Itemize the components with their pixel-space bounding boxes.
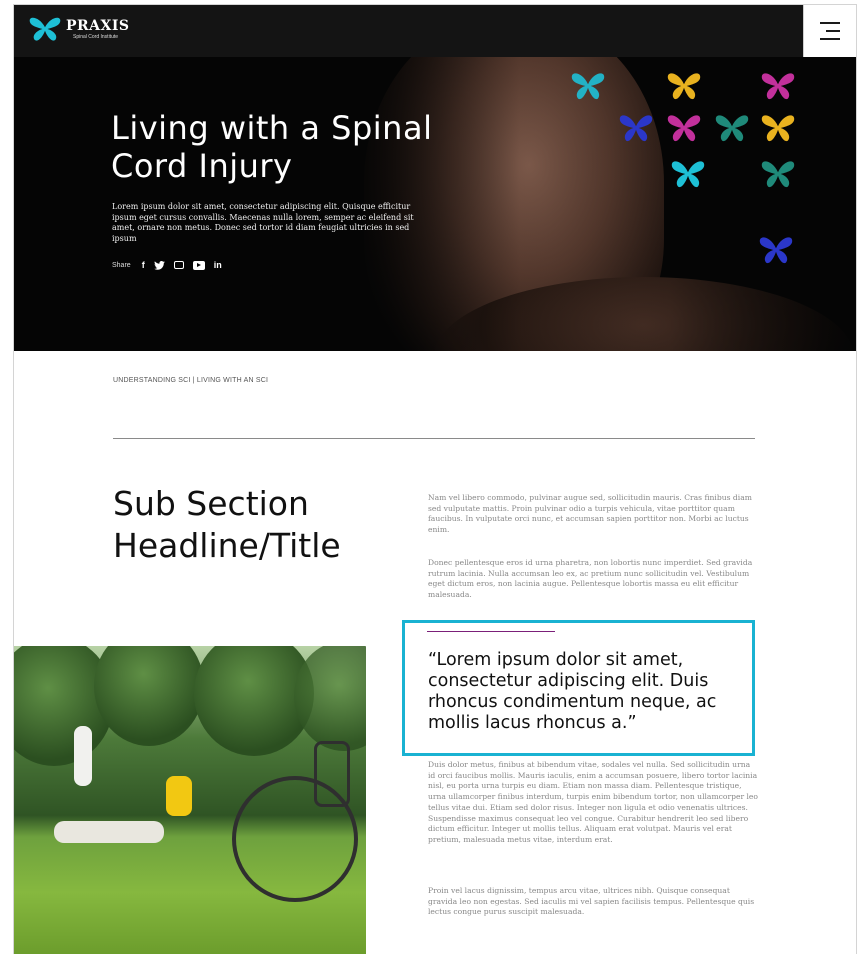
butterfly-icon <box>761 115 795 142</box>
body-paragraph: Donec pellentesque eros id urna pharetra… <box>428 558 753 600</box>
youtube-icon[interactable] <box>192 260 205 270</box>
photo-woman <box>166 776 192 816</box>
twitter-icon[interactable] <box>153 260 165 270</box>
butterfly-icon <box>571 73 605 100</box>
pull-quote-rule <box>427 631 555 632</box>
linkedin-icon[interactable]: in <box>214 260 222 270</box>
section-divider <box>113 438 755 439</box>
hamburger-menu-button[interactable] <box>803 5 856 57</box>
butterfly-icon <box>667 73 701 100</box>
section-title: Sub Section Headline/Title <box>113 484 341 565</box>
butterfly-icon <box>671 161 705 188</box>
butterfly-icon <box>667 115 701 142</box>
hamburger-menu-icon <box>820 22 840 24</box>
share-bar: Share f in <box>112 260 222 270</box>
photo-person-lying <box>54 821 164 843</box>
body-paragraph: Proin vel lacus dignissim, tempus arcu v… <box>428 886 755 917</box>
butterfly-icon <box>759 237 793 264</box>
brand-logo[interactable]: PRAXIS Spinal Cord Institute <box>28 15 130 43</box>
butterfly-icon <box>761 73 795 100</box>
photo-child <box>74 726 92 786</box>
butterfly-icon <box>761 161 795 188</box>
brand-tagline: Spinal Cord Institute <box>73 33 119 40</box>
brand-name: PRAXIS <box>66 17 130 34</box>
butterfly-logo-icon <box>29 17 61 41</box>
body-paragraph: Nam vel libero commodo, pulvinar augue s… <box>428 493 752 535</box>
family-park-photo <box>14 646 366 954</box>
hero-title: Living with a Spinal Cord Injury <box>111 109 433 185</box>
site-header: PRAXIS Spinal Cord Institute <box>14 5 856 57</box>
hero-intro-text: Lorem ipsum dolor sit amet, consectetur … <box>112 202 414 243</box>
butterfly-icon <box>619 115 653 142</box>
hamburger-line <box>826 30 840 32</box>
hero-banner: Living with a Spinal Cord Injury Lorem i… <box>14 57 856 351</box>
facebook-icon[interactable]: f <box>142 260 145 270</box>
photo-wheelchair-back <box>314 741 350 807</box>
body-paragraph: Duis dolor metus, finibus at bibendum vi… <box>428 760 758 844</box>
hamburger-line <box>820 38 840 40</box>
photo-tree <box>94 646 204 746</box>
pull-quote: “Lorem ipsum dolor sit amet, consectetur… <box>428 650 717 733</box>
butterfly-icon <box>715 115 749 142</box>
photo-tree <box>294 646 366 751</box>
breadcrumb[interactable]: UNDERSTANDING SCI | LIVING WITH AN SCI <box>113 377 268 384</box>
instagram-icon[interactable] <box>173 261 184 269</box>
page-frame: PRAXIS Spinal Cord Institute Living with… <box>13 4 857 954</box>
share-label: Share <box>112 261 131 269</box>
